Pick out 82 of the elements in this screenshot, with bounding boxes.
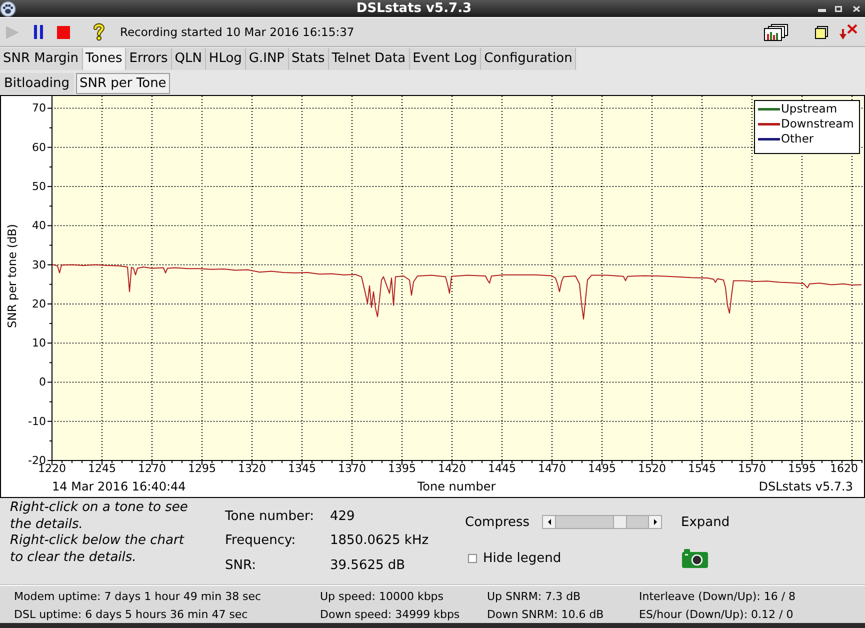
chart-credit: DSLstats v5.7.3 <box>758 479 853 494</box>
left-triangle-icon <box>548 519 550 525</box>
tab[interactable]: Telnet Data <box>328 48 410 70</box>
x-tick-label: 1570 <box>738 462 766 476</box>
x-tick-label: 1370 <box>338 462 366 476</box>
x-tick-label: 1495 <box>588 462 616 476</box>
recording-status: Recording started 10 Mar 2016 16:15:37 <box>120 25 354 39</box>
tab[interactable]: QLN <box>172 48 206 70</box>
checkbox-label: Hide legend <box>483 550 562 566</box>
y-tick-label: 30 <box>32 258 46 272</box>
x-tick-label: 1345 <box>288 462 316 476</box>
bar-chart-windows-icon[interactable] <box>764 24 788 40</box>
tab[interactable]: Configuration <box>481 48 576 70</box>
hint-text: Right-click below the chart to clear the details. <box>10 533 186 566</box>
status-text: Down speed: 34999 kbps <box>320 608 460 620</box>
x-tick-label: 1395 <box>388 462 416 476</box>
tab[interactable]: G.INP <box>246 48 289 70</box>
slider-thumb[interactable] <box>613 516 627 528</box>
down-arrow-x-icon[interactable] <box>839 24 858 40</box>
field-label: SNR: <box>225 558 256 573</box>
status-text: Up SNRM: 7.3 dB <box>487 590 581 602</box>
pause-icon[interactable] <box>34 25 43 39</box>
x-tick-label: 1420 <box>438 462 466 476</box>
tab[interactable]: SNR Margin <box>0 48 83 70</box>
field-label: Tone number: <box>225 508 314 524</box>
x-tick-label: 1520 <box>638 462 666 476</box>
x-axis-title: Tone number <box>417 479 496 494</box>
y-tick-label: -10 <box>28 414 46 428</box>
x-tick-label: 1470 <box>538 462 566 476</box>
field-value: 1850.0625 kHz <box>330 533 429 548</box>
x-tick-label: 1545 <box>688 462 716 476</box>
x-tick-label: 1595 <box>788 462 816 476</box>
compress-label: Compress <box>465 514 530 530</box>
window-title: DSLstats v5.7.3 <box>356 1 472 16</box>
x-tick-label: 1270 <box>138 462 166 476</box>
legend-label: Upstream <box>781 102 838 116</box>
y-tick-label: 20 <box>32 297 46 310</box>
tab[interactable]: Tones <box>82 48 126 70</box>
stacked-squares-icon[interactable] <box>815 26 828 38</box>
expand-label: Expand <box>681 514 730 530</box>
camera-icon[interactable] <box>682 548 708 568</box>
maximize-icon[interactable] <box>835 6 842 12</box>
tab[interactable]: Stats <box>288 48 329 70</box>
right-triangle-icon <box>654 519 656 525</box>
close-icon[interactable] <box>853 6 860 12</box>
scroll-left-button[interactable] <box>542 515 556 529</box>
y-axis-title: SNR per tone (dB) <box>5 224 20 328</box>
status-text: DSL uptime: 6 days 5 hours 36 min 47 sec <box>14 608 248 620</box>
x-tick-label: 1445 <box>488 462 516 476</box>
y-tick-label: 50 <box>32 180 46 194</box>
scroll-right-button[interactable] <box>648 515 662 529</box>
field-value: 39.5625 dB <box>330 558 406 573</box>
y-tick-label: 70 <box>32 102 46 115</box>
tab[interactable]: Event Log <box>410 48 482 70</box>
x-tick-label: 1620 <box>830 462 858 476</box>
status-text: ES/hour (Down/Up): 0.12 / 0 <box>639 608 794 620</box>
tab[interactable]: Errors <box>126 48 172 70</box>
y-tick-label: 0 <box>39 376 46 389</box>
hide-legend-checkbox[interactable] <box>468 554 477 562</box>
hint-text: Right-click on a tone to see the details. <box>10 500 189 534</box>
status-text: Down SNRM: 10.6 dB <box>487 608 604 620</box>
legend-label: Downstream <box>781 116 854 131</box>
y-tick-label: 10 <box>32 336 46 350</box>
chart-timestamp: 14 Mar 2016 16:40:44 <box>52 479 186 494</box>
paw-icon[interactable] <box>0 0 16 16</box>
x-tick-label: 1245 <box>88 462 116 476</box>
subtab[interactable]: SNR per Tone <box>76 73 170 94</box>
help-icon[interactable] <box>92 23 106 41</box>
minimize-icon[interactable] <box>818 8 826 12</box>
field-label: Frequency: <box>225 533 296 548</box>
y-tick-label: 60 <box>32 140 46 154</box>
status-text: Interleave (Down/Up): 16 / 8 <box>639 590 796 602</box>
status-text: Modem uptime: 7 days 1 hour 49 min 38 sec <box>14 590 262 602</box>
legend-label: Other <box>781 132 814 146</box>
status-text: Up speed: 10000 kbps <box>320 590 444 602</box>
field-value: 429 <box>330 508 355 524</box>
y-tick-label: 40 <box>32 219 46 232</box>
x-tick-label: 1295 <box>188 462 216 476</box>
x-tick-label: 1320 <box>238 462 266 476</box>
tab[interactable]: HLog <box>206 48 246 70</box>
stop-icon[interactable] <box>57 26 70 38</box>
subtab[interactable]: Bitloading <box>0 73 74 94</box>
